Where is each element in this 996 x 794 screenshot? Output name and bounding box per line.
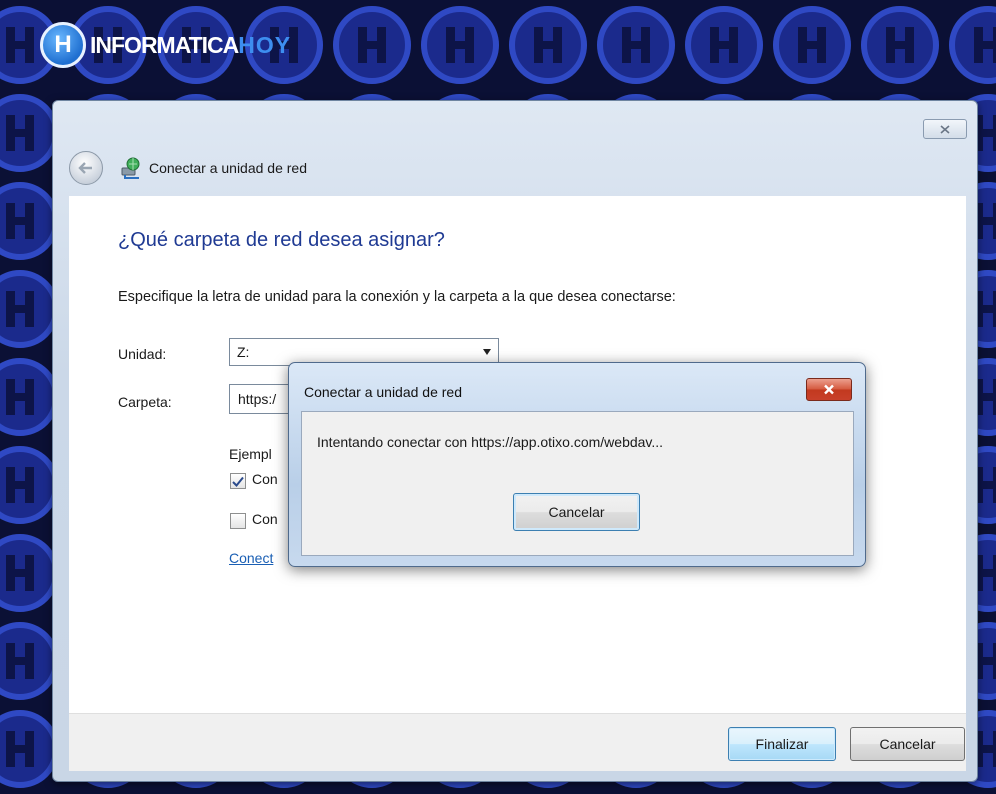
close-icon [940, 124, 950, 134]
checkbox-1[interactable] [230, 473, 246, 489]
dialog-close-button[interactable] [806, 378, 852, 401]
brand-logo: H INFORMATICA HOY [40, 22, 291, 68]
logo-letter: H [54, 31, 72, 58]
page-heading: ¿Qué carpeta de red desea asignar? [118, 229, 445, 251]
checkbox-2[interactable] [230, 513, 246, 529]
connect-link[interactable]: Conect [229, 550, 273, 566]
chevron-down-icon [483, 349, 491, 355]
checkbox-2-label: Con [252, 511, 278, 527]
drive-letter-value: Z: [237, 344, 250, 360]
brand-name-part1: INFORMATICA [90, 31, 239, 58]
folder-label: Carpeta: [118, 394, 172, 410]
checkmark-icon [232, 476, 244, 487]
drive-label: Unidad: [118, 346, 167, 362]
cancel-button[interactable]: Cancelar [850, 727, 965, 761]
folder-input-value: https:/ [238, 391, 277, 407]
logo-circle: H [40, 22, 86, 68]
brand-name-part2: HOY [238, 31, 292, 58]
connecting-dialog: Conectar a unidad de red Intentando cone… [288, 362, 866, 567]
back-arrow-icon [78, 162, 92, 174]
window-close-button[interactable] [923, 119, 967, 139]
example-text: Ejempl [229, 446, 272, 462]
dialog-title: Conectar a unidad de red [304, 384, 462, 400]
back-button[interactable] [69, 151, 103, 185]
finish-button[interactable]: Finalizar [728, 727, 836, 761]
button-bar: Finalizar Cancelar [69, 713, 966, 771]
close-icon [824, 384, 834, 395]
dialog-cancel-button[interactable]: Cancelar [513, 493, 640, 531]
checkbox-1-label: Con [252, 471, 278, 487]
instructions-text: Especifique la letra de unidad para la c… [118, 289, 676, 305]
dialog-body: Intentando conectar con https://app.otix… [301, 411, 854, 556]
header-title: Conectar a unidad de red [149, 160, 307, 176]
network-drive-icon [121, 157, 140, 179]
dialog-message: Intentando conectar con https://app.otix… [317, 434, 664, 450]
